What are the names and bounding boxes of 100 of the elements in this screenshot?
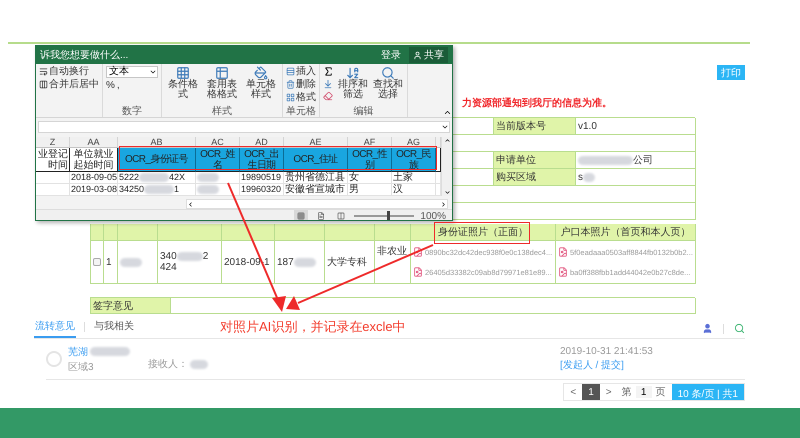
table-cell: 汉 — [392, 184, 436, 196]
column-header[interactable]: AA — [70, 137, 118, 148]
image-file-icon — [558, 247, 568, 257]
avatar — [46, 351, 62, 367]
image-file-icon — [413, 267, 423, 277]
table-cell: 2019-03-08 — [70, 184, 118, 196]
number-format-button[interactable]: , — [116, 80, 120, 91]
column-header[interactable] — [436, 137, 441, 148]
image-file-icon — [413, 247, 423, 257]
header-cell — [104, 224, 118, 241]
cell-text: 424 — [160, 262, 177, 273]
search-hint[interactable]: 诉我您想要做什么... — [40, 48, 128, 62]
ribbon-button[interactable]: 自动换行 — [39, 66, 99, 77]
column-header[interactable]: AD — [240, 137, 284, 148]
collapse-icon[interactable] — [443, 108, 452, 117]
header-cell: 业登记时间 — [36, 148, 70, 172]
label-cell: 购买区域 — [494, 169, 576, 186]
column-header[interactable]: AF — [348, 137, 392, 148]
scroll-up-icon[interactable] — [444, 137, 450, 144]
table-cell: 19890519 — [240, 172, 284, 184]
dropdown-caret-icon — [149, 68, 157, 76]
number-format-button[interactable]: % — [106, 80, 115, 91]
column-header[interactable]: AE — [284, 137, 348, 148]
redacted-text — [190, 360, 208, 368]
page-button[interactable]: 1 — [582, 384, 600, 400]
redacted-text — [176, 252, 203, 261]
cell-text: 2 — [202, 251, 208, 262]
header-cell: OCR_姓名 — [196, 148, 240, 172]
tab[interactable]: 与我相关 — [93, 319, 135, 338]
person-icon[interactable] — [702, 323, 713, 334]
scrollbar[interactable] — [186, 199, 448, 209]
table-cell: 非农业 — [375, 241, 411, 284]
table-cell: 1 — [104, 241, 118, 284]
receiver-label: 接收人： — [148, 358, 188, 371]
table-cell: 19960320 — [240, 184, 284, 196]
header-cell: 单位就业起始时间 — [70, 148, 118, 172]
label-cell: 申请单位 — [494, 152, 576, 169]
scroll-right-icon[interactable] — [440, 200, 447, 208]
header-cell — [222, 224, 275, 241]
ribbon-button[interactable]: 删除 — [286, 79, 316, 90]
header-cell: OCR_性别 — [348, 148, 392, 172]
cell-text: s — [578, 172, 583, 182]
ribbon-group-label: 编辑 — [352, 106, 374, 117]
ribbon-button[interactable]: 单元格样式 — [243, 66, 279, 100]
page-input[interactable]: 1 — [636, 386, 652, 398]
table-cell: 贵州省德江县 — [284, 172, 348, 184]
table-cell: 2018-09-05 — [70, 172, 118, 184]
page-icon — [317, 212, 326, 220]
ribbon-icon — [286, 80, 295, 89]
slider-thumb[interactable] — [387, 211, 390, 220]
ribbon-button[interactable]: 查找和选择 — [372, 66, 404, 100]
eraser-icon[interactable] — [323, 91, 333, 101]
checkbox[interactable] — [93, 258, 101, 266]
fill-icon[interactable] — [323, 79, 333, 89]
column-header[interactable]: AG — [392, 137, 436, 148]
ribbon-icon — [39, 80, 48, 89]
dropdown-value: 文本 — [109, 67, 129, 77]
search-icon — [381, 66, 395, 80]
scroll-down-icon[interactable] — [444, 189, 450, 196]
sign-in-link[interactable]: 登录 — [381, 48, 401, 62]
ribbon-button[interactable]: 条件格式 — [165, 66, 201, 100]
person-icon — [413, 50, 422, 60]
comment-field[interactable] — [171, 298, 696, 314]
grid-icon — [297, 212, 306, 220]
goto-label: 第 — [622, 386, 632, 399]
search-icon[interactable] — [734, 323, 745, 334]
table-cell: 女 — [348, 172, 392, 184]
ribbon-button[interactable]: 排序和筛选 — [337, 66, 369, 100]
ribbon-button[interactable]: 套用表格格式 — [204, 66, 240, 100]
scrollbar[interactable] — [441, 137, 452, 196]
view-button[interactable] — [294, 210, 308, 220]
image-file-icon — [558, 267, 568, 277]
scroll-left-icon[interactable] — [187, 200, 194, 208]
table-cell — [36, 172, 70, 184]
table-cell: 男 — [348, 184, 392, 196]
format-dropdown[interactable]: 文本 — [106, 66, 158, 78]
share-button[interactable]: 共享 — [409, 47, 448, 63]
ribbon-icon — [286, 67, 295, 76]
header-cell: 身份证照片（正面） — [411, 224, 556, 241]
cell-text: 34250 — [119, 184, 144, 195]
header-cell — [375, 224, 411, 241]
ribbon-button[interactable]: 插入 — [286, 66, 316, 77]
cell-text: 187 — [277, 256, 294, 268]
redacted-text — [583, 172, 595, 182]
column-header[interactable]: AB — [118, 137, 196, 148]
redacted-text — [120, 258, 142, 266]
ribbon-button[interactable]: 合并后居中 — [39, 79, 99, 90]
cell-text: 公司 — [633, 154, 653, 167]
header-cell: OCR_民族 — [392, 148, 436, 172]
ribbon-button[interactable]: 格式 — [286, 92, 316, 103]
columns-icon — [337, 212, 346, 220]
column-header[interactable]: Z — [36, 137, 70, 148]
notice-text: 力资源部通知到我厅的信息为准。 — [462, 96, 613, 110]
column-header[interactable]: AC — [196, 137, 240, 148]
table-cell: v1.0 — [576, 118, 696, 135]
sum-icon[interactable] — [323, 66, 334, 77]
label-cell: 签字意见 — [91, 298, 171, 314]
area-text: 区域3 — [68, 360, 95, 374]
ribbon-group-label: 样式 — [211, 106, 233, 117]
ribbon-icon — [286, 93, 295, 102]
